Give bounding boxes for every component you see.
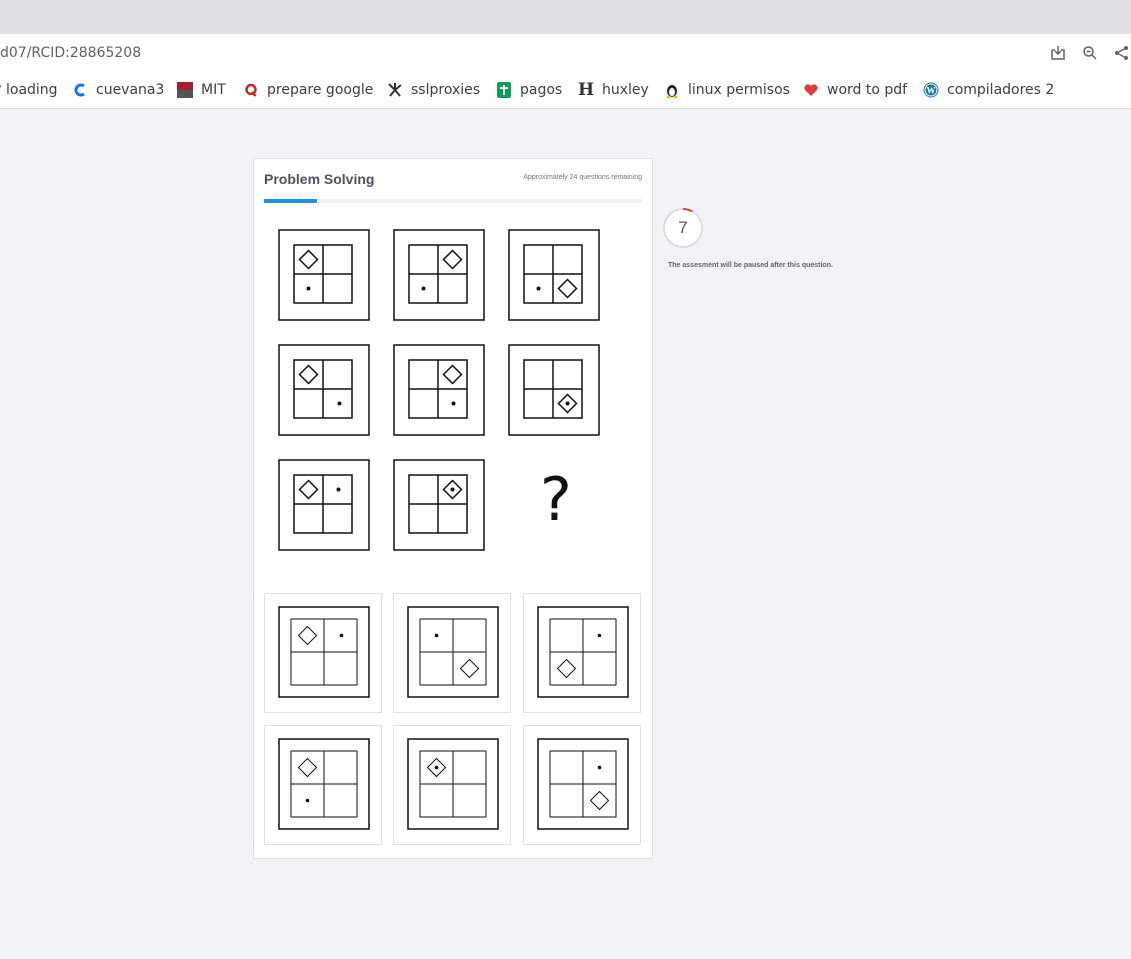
option-figure	[537, 738, 629, 830]
linux-icon	[664, 82, 680, 98]
matrix-cell	[393, 229, 485, 321]
bookmark-sslproxies[interactable]: sslproxies	[387, 81, 480, 99]
matrix-cell	[393, 459, 485, 551]
bookmark-label: cuevana3	[96, 82, 165, 98]
sheets-icon	[496, 82, 512, 98]
question-timer: 7	[662, 207, 704, 249]
bookmarks-bar: / loading cuevana3 MIT prepare google ss…	[0, 72, 1131, 109]
wordpress-icon: W	[923, 82, 939, 98]
question-card: Problem Solving Approximately 24 questio…	[253, 158, 653, 859]
bookmark-label: compiladores 2	[947, 82, 1055, 98]
install-icon[interactable]	[1049, 44, 1067, 62]
bookmark-mit[interactable]: MIT	[177, 81, 226, 99]
quora-icon	[243, 82, 259, 98]
questions-remaining: Approximately 24 questions remaining	[523, 174, 642, 181]
puzzle-matrix: ?	[278, 229, 608, 559]
answer-option-4[interactable]	[264, 725, 382, 845]
matrix-cell	[508, 344, 600, 436]
option-figure	[407, 738, 499, 830]
answer-option-5[interactable]	[393, 725, 511, 845]
heart-icon	[803, 82, 819, 98]
url-text[interactable]: d07/RCID:28865208	[0, 45, 141, 61]
answer-option-3[interactable]	[523, 593, 641, 713]
progress-bar-fill	[264, 199, 317, 203]
svg-text:W: W	[927, 86, 936, 96]
bookmark-label: word to pdf	[827, 82, 908, 98]
zoom-icon[interactable]	[1081, 44, 1099, 62]
bookmark-compiladores-2[interactable]: W compiladores 2	[923, 81, 1054, 99]
bookmark-label: pagos	[520, 82, 563, 98]
bookmark-label: prepare google	[267, 82, 374, 98]
option-figure	[407, 606, 499, 698]
matrix-cell	[508, 229, 600, 321]
bookmark-huxley[interactable]: H huxley	[577, 80, 649, 100]
bookmark-word-to-pdf[interactable]: word to pdf	[803, 81, 907, 99]
loading-icon: /	[0, 82, 2, 98]
bookmark-pagos[interactable]: pagos	[496, 81, 562, 99]
bookmark-loading[interactable]: / loading	[0, 81, 58, 99]
bookmark-linux-permisos[interactable]: linux permisos	[664, 81, 790, 99]
answer-option-2[interactable]	[393, 593, 511, 713]
bookmark-label: linux permisos	[688, 82, 790, 98]
bookmark-prepare-google[interactable]: prepare google	[243, 81, 373, 99]
bookmark-label: loading	[6, 82, 58, 98]
huxley-icon: H	[577, 80, 595, 100]
option-figure	[278, 738, 370, 830]
matrix-cell	[278, 344, 370, 436]
matrix-cell	[278, 459, 370, 551]
missing-cell-question-mark: ?	[540, 465, 572, 535]
sslproxies-icon	[387, 82, 403, 98]
matrix-cell	[393, 344, 485, 436]
progress-bar	[264, 199, 642, 203]
browser-tab-strip	[0, 0, 1131, 34]
address-bar[interactable]: d07/RCID:28865208	[0, 34, 1131, 72]
matrix-cell	[278, 229, 370, 321]
share-icon[interactable]	[1113, 44, 1131, 62]
bookmark-label: sslproxies	[411, 82, 481, 98]
option-figure	[537, 606, 629, 698]
mit-ocw-icon	[177, 82, 193, 98]
answer-option-6[interactable]	[523, 725, 641, 845]
cuevana-icon	[72, 82, 88, 98]
timer-seconds: 7	[678, 218, 688, 237]
address-bar-actions	[1049, 43, 1131, 63]
bookmark-label: huxley	[602, 82, 649, 98]
answer-option-1[interactable]	[264, 593, 382, 713]
bookmark-cuevana3[interactable]: cuevana3	[72, 81, 164, 99]
bookmark-label: MIT	[201, 82, 226, 98]
section-title: Problem Solving	[264, 171, 375, 187]
option-figure	[278, 606, 370, 698]
pause-notice: The assesment will be paused after this …	[668, 262, 833, 269]
